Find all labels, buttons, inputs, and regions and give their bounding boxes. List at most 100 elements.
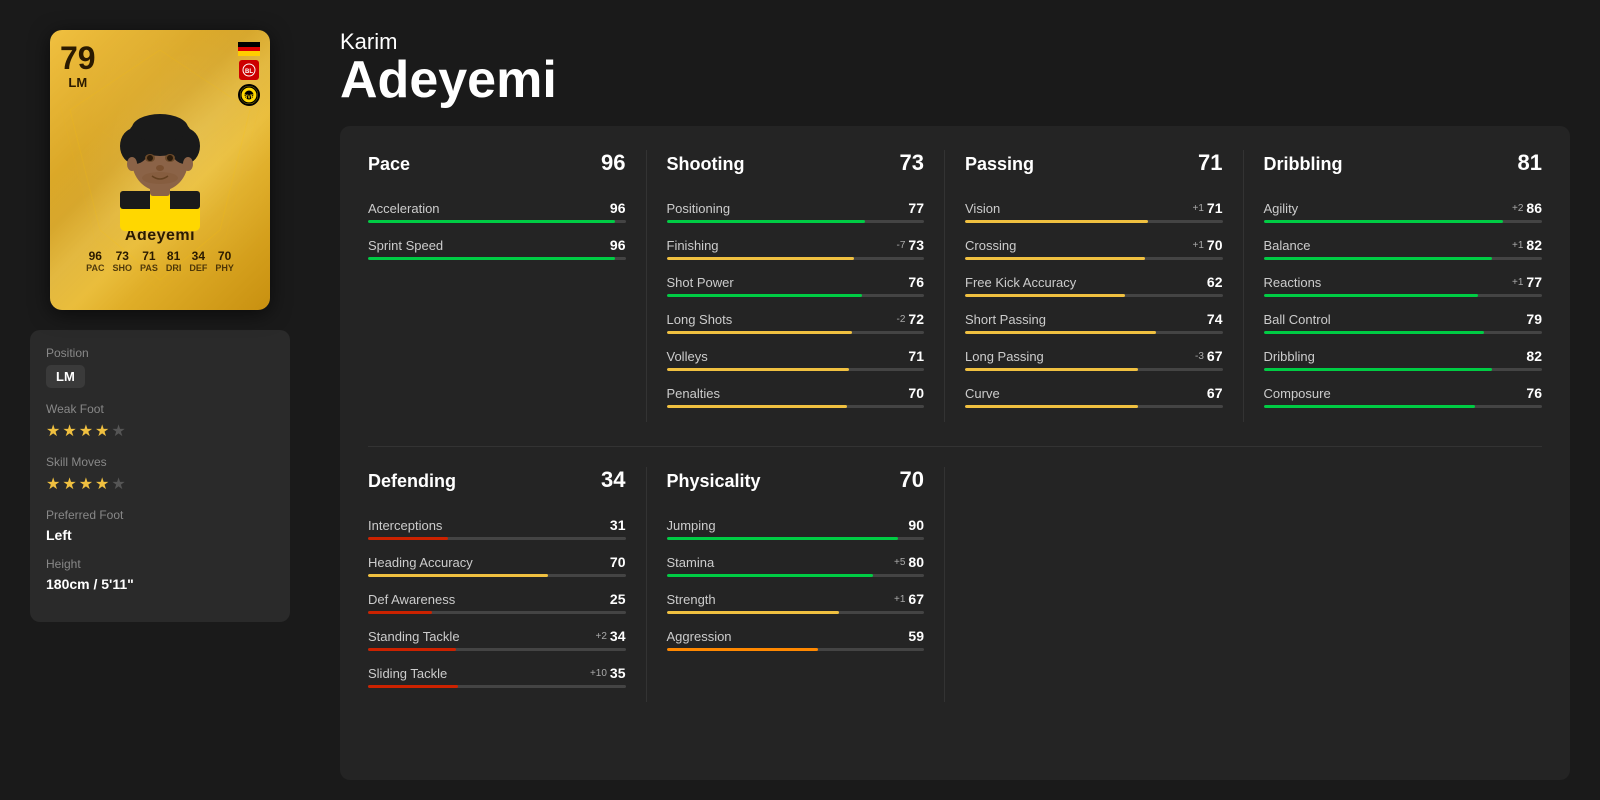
stat-name-dribbling-0: Agility (1264, 201, 1299, 216)
stat-row-physicality-1: Stamina +580 (667, 554, 925, 570)
stat-row-defending-3: Standing Tackle+234 (368, 628, 626, 644)
stat-num-physicality-1: 80 (908, 554, 924, 570)
stat-bar-fill-dribbling-4 (1264, 368, 1492, 371)
stat-bar-fill-physicality-2 (667, 611, 840, 614)
stat-value-group-passing-0: +171 (1193, 200, 1223, 216)
stat-item-shooting-2: Shot Power76 (667, 274, 925, 297)
stat-name-physicality-1: Stamina (667, 555, 715, 570)
stat-name-defending-3: Standing Tackle (368, 629, 460, 644)
stat-row-shooting-4: Volleys 71 (667, 348, 925, 364)
category-value-dribbling: 81 (1518, 150, 1542, 176)
stat-name-defending-2: Def Awareness (368, 592, 455, 607)
stat-num-passing-3: 74 (1207, 311, 1223, 327)
weak-foot-row: Weak Foot ★ ★ ★ ★ ★ (46, 402, 274, 441)
stat-item-pace-1: Sprint Speed96 (368, 237, 626, 260)
stat-bar-bg-passing-3 (965, 331, 1223, 334)
stat-bar-bg-dribbling-5 (1264, 405, 1543, 408)
stat-value-group-passing-1: +170 (1193, 237, 1223, 253)
stat-value-group-dribbling-3: 79 (1526, 311, 1542, 327)
stat-bar-fill-defending-3 (368, 648, 456, 651)
stat-category-pace: Pace96Acceleration96Sprint Speed96 (368, 150, 647, 422)
stat-item-defending-4: Sliding Tackle+1035 (368, 665, 626, 688)
stat-num-dribbling-2: 77 (1526, 274, 1542, 290)
category-value-pace: 96 (601, 150, 625, 176)
stat-row-dribbling-4: Dribbling82 (1264, 348, 1543, 364)
stat-item-dribbling-0: Agility +286 (1264, 200, 1543, 223)
stat-num-passing-5: 67 (1207, 385, 1223, 401)
stat-num-passing-4: 67 (1207, 348, 1223, 364)
stat-bar-bg-physicality-3 (667, 648, 925, 651)
stat-bar-bg-physicality-1 (667, 574, 925, 577)
stat-row-physicality-3: Aggression59 (667, 628, 925, 644)
stat-bar-bg-passing-2 (965, 294, 1223, 297)
stat-item-defending-1: Heading Accuracy70 (368, 554, 626, 577)
stat-value-group-defending-0: 31 (610, 517, 626, 533)
position-row: Position LM (46, 346, 274, 388)
stat-item-shooting-0: Positioning77 (667, 200, 925, 223)
stat-item-passing-3: Short Passing 74 (965, 311, 1223, 334)
stat-name-shooting-0: Positioning (667, 201, 731, 216)
stat-badge-passing-1: +1 (1193, 240, 1204, 251)
stat-value-group-shooting-4: 71 (908, 348, 924, 364)
skill-moves-stars: ★ ★ ★ ★ ★ (46, 474, 274, 494)
stat-bar-fill-defending-1 (368, 574, 548, 577)
stat-category-passing: Passing71Vision+171Crossing+170Free Kick… (965, 150, 1244, 422)
stat-row-dribbling-5: Composure76 (1264, 385, 1543, 401)
stat-badge-passing-4: -3 (1195, 351, 1204, 362)
stat-badge-defending-4: +10 (590, 668, 607, 679)
stat-value-group-pace-0: 96 (610, 200, 626, 216)
card-header: 79 LM BL (60, 42, 260, 106)
stat-row-dribbling-3: Ball Control79 (1264, 311, 1543, 327)
stat-bar-fill-shooting-2 (667, 294, 863, 297)
stat-bar-fill-dribbling-2 (1264, 294, 1478, 297)
stat-bar-bg-shooting-1 (667, 257, 925, 260)
stat-row-pace-0: Acceleration96 (368, 200, 626, 216)
stat-value-group-shooting-2: 76 (908, 274, 924, 290)
stat-bar-bg-defending-4 (368, 685, 626, 688)
stat-bar-bg-dribbling-1 (1264, 257, 1543, 260)
star-1: ★ (46, 421, 60, 441)
stat-row-defending-1: Heading Accuracy70 (368, 554, 626, 570)
league-badge-icon: BL (239, 60, 259, 80)
stat-value-group-pace-1: 96 (610, 237, 626, 253)
stat-num-dribbling-4: 82 (1526, 348, 1542, 364)
stat-name-physicality-2: Strength (667, 592, 716, 607)
category-value-defending: 34 (601, 467, 625, 493)
category-name-shooting: Shooting (667, 154, 745, 175)
stat-badge-physicality-1: +5 (894, 557, 905, 568)
skill-moves-label: Skill Moves (46, 455, 274, 469)
stat-item-dribbling-1: Balance+182 (1264, 237, 1543, 260)
stat-row-defending-2: Def Awareness25 (368, 591, 626, 607)
stat-item-shooting-3: Long Shots-272 (667, 311, 925, 334)
stat-value-group-dribbling-0: +286 (1512, 200, 1542, 216)
stat-value-group-dribbling-1: +182 (1512, 237, 1542, 253)
stat-name-passing-3: Short Passing (965, 312, 1046, 327)
stat-name-dribbling-2: Reactions (1264, 275, 1322, 290)
skill-star-4: ★ (95, 474, 109, 494)
stat-row-passing-1: Crossing+170 (965, 237, 1223, 253)
stats-grid-top: Pace96Acceleration96Sprint Speed96Shooti… (368, 150, 1542, 422)
stat-item-shooting-1: Finishing-773 (667, 237, 925, 260)
stat-num-dribbling-0: 86 (1526, 200, 1542, 216)
stat-name-defending-4: Sliding Tackle (368, 666, 447, 681)
position-badge: LM (46, 365, 85, 388)
left-panel: 79 LM BL (0, 0, 320, 800)
stat-item-dribbling-2: Reactions+177 (1264, 274, 1543, 297)
player-name-header: Karim Adeyemi (340, 30, 1570, 106)
stat-value-group-passing-3: 74 (1207, 311, 1223, 327)
stat-num-physicality-2: 67 (908, 591, 924, 607)
svg-text:BL: BL (245, 69, 253, 75)
stat-badge-dribbling-0: +2 (1512, 203, 1523, 214)
height-label: Height (46, 557, 274, 571)
stat-row-shooting-5: Penalties70 (667, 385, 925, 401)
stat-name-defending-0: Interceptions (368, 518, 442, 533)
player-image (95, 106, 225, 231)
stat-bar-bg-defending-0 (368, 537, 626, 540)
stat-bar-fill-defending-2 (368, 611, 432, 614)
stat-row-pace-1: Sprint Speed96 (368, 237, 626, 253)
stat-name-shooting-4: Volleys (667, 349, 708, 364)
category-header-dribbling: Dribbling81 (1264, 150, 1543, 184)
stat-value-group-physicality-3: 59 (908, 628, 924, 644)
player-last-name: Adeyemi (340, 54, 1570, 106)
category-header-physicality: Physicality70 (667, 467, 925, 501)
